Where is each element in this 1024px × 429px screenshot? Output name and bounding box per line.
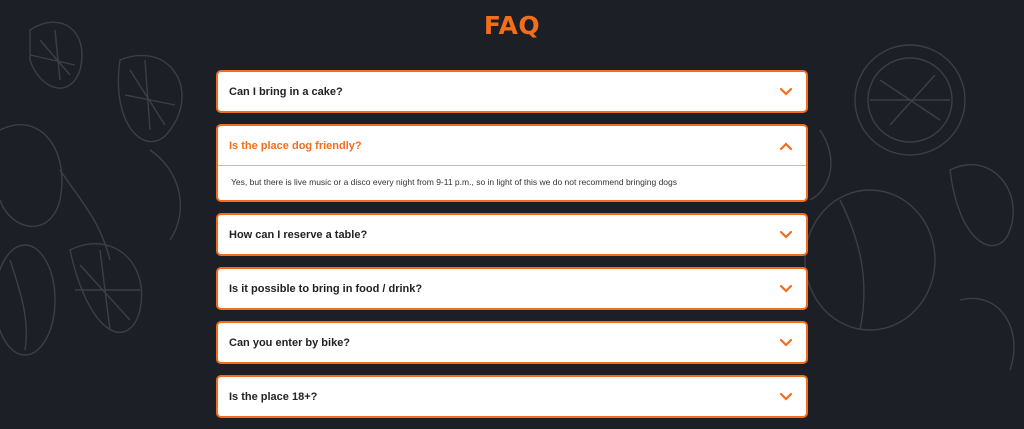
faq-item-expanded: Is the place dog friendly? Yes, but ther… bbox=[216, 124, 808, 202]
faq-item: Is the place 18+? bbox=[216, 375, 808, 418]
faq-question-toggle[interactable]: Can you enter by bike? bbox=[218, 323, 806, 362]
faq-list: Can I bring in a cake? Is the place dog … bbox=[216, 70, 808, 429]
faq-question-text: Is the place 18+? bbox=[229, 390, 318, 403]
chevron-down-icon[interactable] bbox=[778, 84, 794, 100]
faq-item: How can I reserve a table? bbox=[216, 213, 808, 256]
faq-question-text: Is it possible to bring in food / drink? bbox=[229, 282, 423, 295]
faq-item: Can you enter by bike? bbox=[216, 321, 808, 364]
faq-question-toggle[interactable]: Is it possible to bring in food / drink? bbox=[218, 269, 806, 308]
faq-question-toggle[interactable]: Is the place 18+? bbox=[218, 377, 806, 416]
faq-question-toggle[interactable]: Can I bring in a cake? bbox=[218, 72, 806, 111]
faq-question-text: Is the place dog friendly? bbox=[229, 139, 362, 152]
chevron-down-icon[interactable] bbox=[778, 281, 794, 297]
page-title: FAQ bbox=[483, 11, 541, 40]
faq-item: Is it possible to bring in food / drink? bbox=[216, 267, 808, 310]
faq-question-toggle[interactable]: How can I reserve a table? bbox=[218, 215, 806, 254]
chevron-down-icon[interactable] bbox=[778, 227, 794, 243]
faq-question-text: How can I reserve a table? bbox=[229, 228, 368, 241]
chevron-down-icon[interactable] bbox=[778, 335, 794, 351]
chevron-down-icon[interactable] bbox=[778, 389, 794, 405]
faq-answer-text: Yes, but there is live music or a disco … bbox=[231, 177, 677, 187]
chevron-up-icon[interactable] bbox=[778, 138, 794, 154]
faq-question-text: Can you enter by bike? bbox=[229, 336, 351, 349]
faq-question-text: Can I bring in a cake? bbox=[229, 85, 343, 98]
faq-item: Can I bring in a cake? bbox=[216, 70, 808, 113]
faq-question-toggle[interactable]: Is the place dog friendly? bbox=[218, 126, 806, 166]
